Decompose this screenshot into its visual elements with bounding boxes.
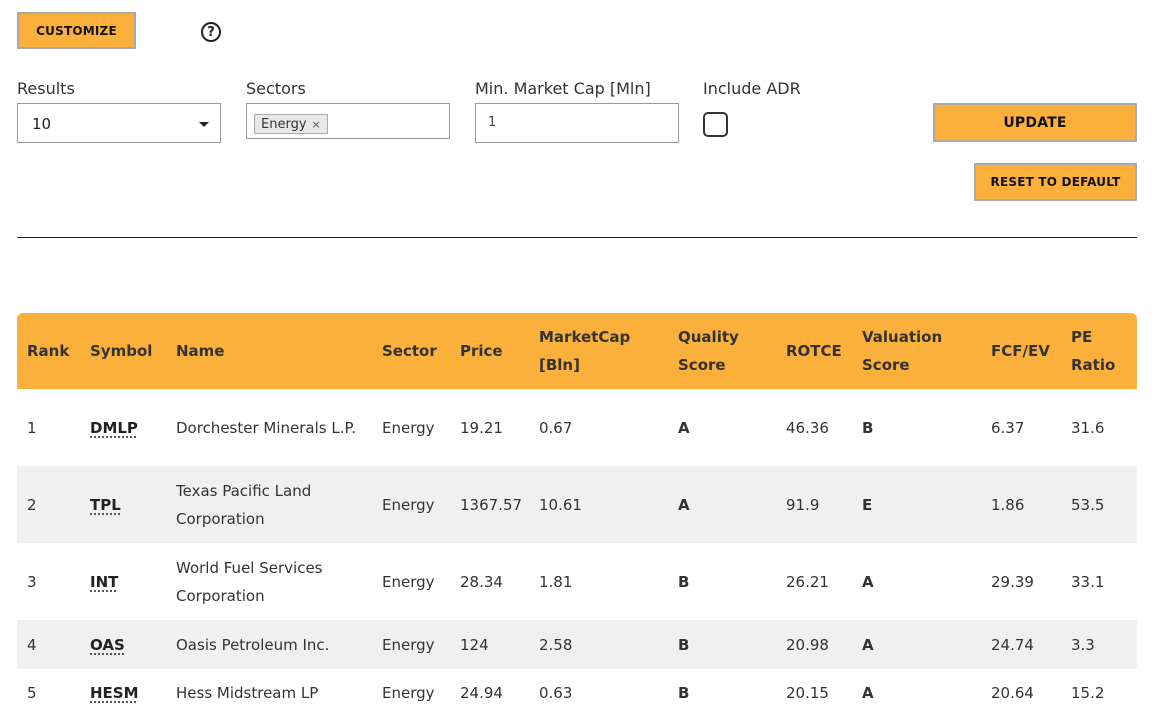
cell-name: World Fuel Services Corporation <box>176 558 323 605</box>
cell-name: Oasis Petroleum Inc. <box>166 620 372 669</box>
results-label: Results <box>17 79 75 98</box>
col-valuation[interactable]: Valuation Score <box>852 313 981 389</box>
cell-sector: Energy <box>382 572 435 591</box>
customize-button[interactable]: CUSTOMIZE <box>17 12 136 49</box>
cell-name: Dorchester Minerals L.P. <box>176 418 356 437</box>
col-rotce[interactable]: ROTCE <box>776 313 852 389</box>
cell-pe: 31.6 <box>1071 418 1105 437</box>
adr-label: Include ADR <box>703 79 801 98</box>
mincap-input[interactable]: 1 <box>475 103 679 143</box>
chevron-down-icon <box>199 122 209 127</box>
cell-symbol[interactable]: INT <box>80 543 166 620</box>
cell-name: Hess Midstream LP <box>176 684 319 702</box>
cell-marketcap: 1.81 <box>539 572 573 591</box>
col-fcf-ev[interactable]: FCF/EV <box>981 313 1061 389</box>
cell-marketcap: 0.63 <box>539 684 573 702</box>
cell-rank: 5 <box>27 684 37 702</box>
symbol-link[interactable]: DMLP <box>90 419 138 437</box>
cell-pe: 53.5 <box>1061 466 1137 543</box>
divider <box>17 237 1137 238</box>
results-value: 10 <box>32 115 52 133</box>
table-row: 3 INT World Fuel Services Corporation En… <box>17 543 1137 620</box>
cell-rank: 1 <box>27 418 37 437</box>
cell-quality: A <box>678 418 690 437</box>
cell-rotce: 91.9 <box>776 466 852 543</box>
cell-fcf-ev: 6.37 <box>991 418 1025 437</box>
cell-quality: B <box>668 620 776 669</box>
table-row: 2 TPL Texas Pacific Land Corporation Ene… <box>17 466 1137 543</box>
cell-rank: 3 <box>27 572 37 591</box>
table-row: 4 OAS Oasis Petroleum Inc. Energy 124 2.… <box>17 620 1137 669</box>
cell-rank: 2 <box>17 466 80 543</box>
cell-price: 24.94 <box>460 684 503 702</box>
table-row: 5 HESM Hess Midstream LP Energy 24.94 0.… <box>17 669 1137 717</box>
table-row: 1 DMLP Dorchester Minerals L.P. Energy 1… <box>17 389 1137 466</box>
cell-rotce: 20.98 <box>776 620 852 669</box>
col-symbol[interactable]: Symbol <box>80 313 166 389</box>
cell-sector: Energy <box>382 418 435 437</box>
sector-chip-label: Energy <box>261 116 307 132</box>
update-button[interactable]: UPDATE <box>933 103 1137 142</box>
cell-rotce: 46.36 <box>786 418 829 437</box>
cell-fcf-ev: 29.39 <box>991 572 1034 591</box>
col-price[interactable]: Price <box>450 313 529 389</box>
cell-quality: B <box>678 572 690 591</box>
cell-valuation: B <box>862 418 874 437</box>
cell-rotce: 26.21 <box>786 572 829 591</box>
cell-price: 124 <box>450 620 529 669</box>
col-quality[interactable]: Quality Score <box>668 313 776 389</box>
col-sector[interactable]: Sector <box>372 313 450 389</box>
cell-valuation: E <box>852 466 981 543</box>
mincap-label: Min. Market Cap [Mln] <box>475 79 651 98</box>
col-name[interactable]: Name <box>166 313 372 389</box>
cell-symbol[interactable]: HESM <box>80 669 166 717</box>
cell-pe: 15.2 <box>1071 684 1105 702</box>
col-rank[interactable]: Rank <box>17 313 80 389</box>
cell-marketcap: 10.61 <box>529 466 668 543</box>
col-marketcap[interactable]: MarketCap [Bln] <box>529 313 668 389</box>
cell-valuation: A <box>852 620 981 669</box>
cell-valuation: A <box>862 684 874 702</box>
cell-quality: A <box>668 466 776 543</box>
cell-fcf-ev: 24.74 <box>981 620 1061 669</box>
sectors-multiselect[interactable]: Energy × <box>246 103 450 139</box>
cell-rotce: 20.15 <box>786 684 829 702</box>
close-icon[interactable]: × <box>312 118 321 131</box>
cell-pe: 33.1 <box>1071 572 1105 591</box>
cell-marketcap: 0.67 <box>539 418 573 437</box>
cell-sector: Energy <box>382 684 435 702</box>
col-pe[interactable]: PE Ratio <box>1061 313 1137 389</box>
include-adr-checkbox[interactable] <box>703 112 728 137</box>
cell-price: 19.21 <box>460 418 503 437</box>
symbol-link[interactable]: HESM <box>90 684 139 702</box>
sector-chip: Energy × <box>254 114 328 134</box>
symbol-link[interactable]: INT <box>90 573 118 591</box>
cell-name: Texas Pacific Land Corporation <box>166 466 372 543</box>
cell-sector: Energy <box>372 466 450 543</box>
cell-pe: 3.3 <box>1061 620 1137 669</box>
cell-symbol[interactable]: OAS <box>80 620 166 669</box>
cell-sector: Energy <box>372 620 450 669</box>
cell-price: 1367.57 <box>450 466 529 543</box>
reset-button[interactable]: RESET TO DEFAULT <box>974 163 1137 201</box>
cell-symbol[interactable]: TPL <box>80 466 166 543</box>
table-header-row: Rank Symbol Name Sector Price MarketCap … <box>17 313 1137 389</box>
cell-price: 28.34 <box>460 572 503 591</box>
cell-marketcap: 2.58 <box>529 620 668 669</box>
sectors-label: Sectors <box>246 79 306 98</box>
results-table: Rank Symbol Name Sector Price MarketCap … <box>17 313 1137 717</box>
help-icon[interactable]: ? <box>201 22 221 42</box>
cell-valuation: A <box>862 572 874 591</box>
symbol-link[interactable]: OAS <box>90 636 125 654</box>
cell-fcf-ev: 20.64 <box>991 684 1034 702</box>
cell-rank: 4 <box>17 620 80 669</box>
cell-quality: B <box>678 684 690 702</box>
cell-symbol[interactable]: DMLP <box>80 389 166 466</box>
results-select[interactable]: 10 <box>17 103 221 143</box>
cell-fcf-ev: 1.86 <box>981 466 1061 543</box>
symbol-link[interactable]: TPL <box>90 496 121 514</box>
mincap-value: 1 <box>488 115 497 130</box>
